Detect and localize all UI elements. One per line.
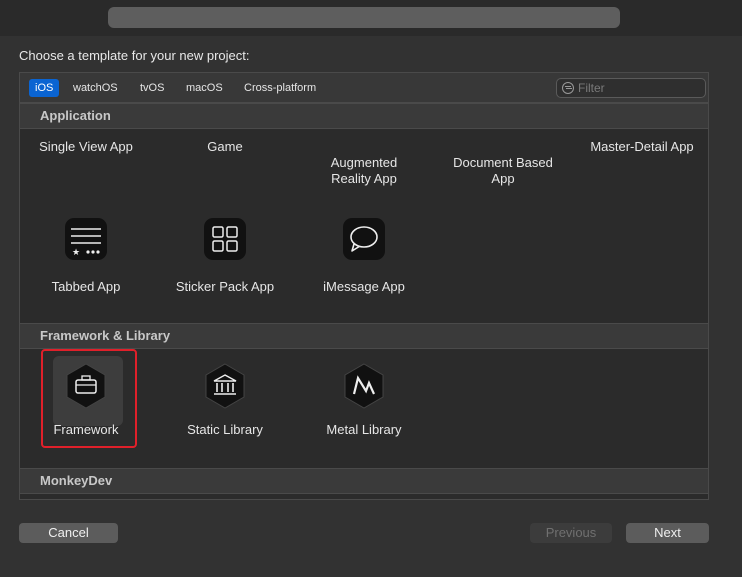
template-single-view-app[interactable]: Single View App: [20, 139, 155, 155]
template-label: Static Library: [187, 422, 263, 437]
tab-bar-icon: ★: [65, 218, 107, 260]
section-header-monkeydev: MonkeyDev: [20, 468, 708, 494]
filter-icon: [562, 82, 574, 94]
template-panel: iOS watchOS tvOS macOS Cross-platform Ap…: [19, 72, 709, 500]
filter-input[interactable]: [578, 80, 698, 96]
template-label: Sticker Pack App: [175, 279, 275, 294]
toolbox-icon: [66, 363, 106, 409]
template-tabbed-app[interactable]: ★ Tabbed App: [20, 217, 155, 297]
filter-field[interactable]: [556, 78, 706, 98]
template-document-based-app[interactable]: Document Based App: [434, 139, 572, 203]
dialog-prompt: Choose a template for your new project:: [19, 48, 250, 63]
template-label: Game: [207, 139, 243, 154]
template-chooser-dialog: Choose a template for your new project: …: [0, 36, 742, 577]
tab-watchos[interactable]: watchOS: [67, 79, 124, 97]
window-title-placeholder: [108, 7, 620, 28]
speech-bubble-icon: [343, 218, 385, 260]
tab-macos[interactable]: macOS: [180, 79, 229, 97]
template-label: Framework: [53, 422, 119, 437]
template-game[interactable]: Game: [156, 139, 294, 155]
template-label: Master-Detail App: [590, 139, 694, 154]
window-titlebar: [0, 0, 742, 36]
cancel-button[interactable]: Cancel: [19, 523, 118, 543]
bank-icon: [205, 363, 245, 409]
section-header-application: Application: [20, 103, 708, 129]
template-static-library[interactable]: Static Library: [156, 363, 294, 443]
next-button[interactable]: Next: [626, 523, 709, 543]
tab-cross-platform[interactable]: Cross-platform: [238, 79, 322, 97]
svg-text:★: ★: [72, 248, 80, 258]
template-master-detail-app[interactable]: Master-Detail App: [573, 139, 708, 155]
template-sticker-pack-app[interactable]: Sticker Pack App: [156, 217, 294, 297]
metal-icon: [344, 363, 384, 409]
template-framework[interactable]: Framework: [20, 363, 155, 443]
previous-button[interactable]: Previous: [530, 523, 612, 543]
section-header-framework-library: Framework & Library: [20, 323, 708, 349]
template-imessage-app[interactable]: iMessage App: [295, 217, 433, 297]
platform-tab-bar: iOS watchOS tvOS macOS Cross-platform: [20, 73, 708, 103]
template-label: Single View App: [39, 139, 133, 154]
template-label: Augmented Reality App: [330, 155, 398, 186]
template-label: Tabbed App: [51, 279, 121, 294]
tab-tvos[interactable]: tvOS: [134, 79, 170, 97]
template-label: Metal Library: [326, 422, 402, 437]
template-metal-library[interactable]: Metal Library: [295, 363, 433, 443]
grid-icon: [204, 218, 246, 260]
tab-ios[interactable]: iOS: [29, 79, 60, 97]
template-label: Document Based App: [453, 155, 553, 186]
template-label: iMessage App: [323, 279, 405, 294]
template-augmented-reality-app[interactable]: Augmented Reality App: [295, 139, 433, 203]
